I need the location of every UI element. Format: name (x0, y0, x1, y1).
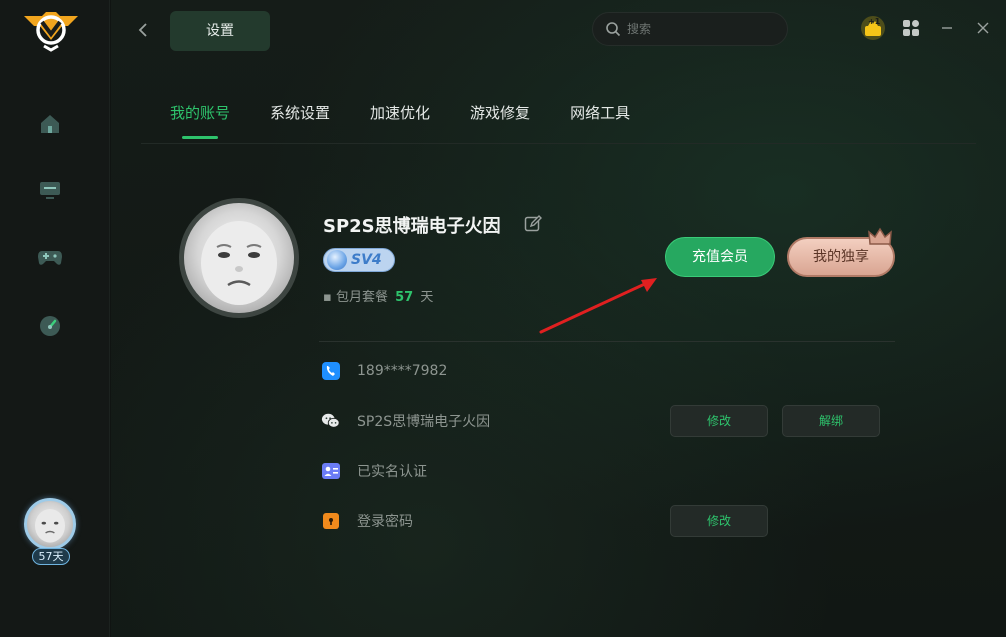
speedometer-icon[interactable] (36, 312, 64, 340)
lock-icon (321, 511, 341, 531)
vip-level-badge: SV4 (323, 248, 395, 272)
wechat-name: SP2S思博瑞电子火因 (357, 414, 491, 430)
tab-network-tools[interactable]: 网络工具 (570, 102, 630, 132)
phone-number: 189****7982 (357, 363, 448, 379)
unbind-wechat-button[interactable]: 解绑 (782, 405, 880, 437)
gamepad-icon[interactable] (36, 243, 64, 271)
wechat-icon (321, 411, 341, 431)
password-row: 登录密码 (321, 509, 413, 533)
apps-grid-icon[interactable] (899, 16, 923, 40)
profile-divider (319, 341, 895, 342)
page-title: 设置 (170, 11, 270, 51)
monitor-icon[interactable] (36, 176, 64, 204)
search-box[interactable] (592, 12, 788, 46)
chevron-left-icon (138, 23, 147, 37)
search-input[interactable] (627, 22, 777, 36)
plan-info: ▪ 包月套餐 57 天 (323, 286, 433, 305)
tab-game-repair[interactable]: 游戏修复 (470, 102, 530, 132)
back-button[interactable] (131, 18, 155, 46)
tabs-divider (141, 143, 976, 144)
diamond-icon (327, 250, 347, 270)
phone-icon (321, 361, 341, 381)
realname-row: 已实名认证 (321, 459, 427, 483)
sidebar: 57天 (0, 0, 110, 637)
plan-unit: 天 (420, 290, 434, 305)
username: SP2S思博瑞电子火因 (323, 216, 501, 237)
tab-my-account[interactable]: 我的账号 (170, 102, 230, 139)
daily-gift-icon[interactable]: +1 (859, 14, 887, 42)
plan-label: ▪ 包月套餐 (323, 290, 388, 305)
tab-system-settings[interactable]: 系统设置 (270, 102, 330, 132)
crown-icon (868, 227, 892, 245)
svg-text:+1: +1 (868, 17, 881, 26)
sidebar-avatar[interactable] (24, 498, 76, 550)
realname-status: 已实名认证 (357, 464, 427, 480)
settings-tabs: 我的账号 系统设置 加速优化 游戏修复 网络工具 (170, 102, 670, 142)
id-card-icon (321, 461, 341, 481)
annotation-arrow-icon (539, 278, 657, 334)
tab-acceleration[interactable]: 加速优化 (370, 102, 430, 132)
home-icon[interactable] (36, 110, 64, 138)
wechat-row: SP2S思博瑞电子火因 (321, 409, 490, 433)
modify-password-button[interactable]: 修改 (670, 505, 768, 537)
close-icon[interactable] (971, 16, 995, 40)
modify-wechat-button[interactable]: 修改 (670, 405, 768, 437)
settings-panel: 设置 +1 我的账号 系统设置 加速优化 游戏修复 网络工具 (111, 0, 1006, 637)
login-password-label: 登录密码 (357, 514, 413, 530)
plan-days: 57 (395, 290, 414, 305)
search-icon (606, 22, 621, 37)
phone-row: 189****7982 (321, 359, 447, 383)
minimize-icon[interactable] (935, 16, 959, 40)
edit-icon[interactable] (523, 214, 543, 234)
vip-level-text: SV4 (351, 252, 382, 268)
profile-avatar[interactable] (179, 198, 299, 318)
vip-days-badge: 57天 (32, 548, 70, 565)
app-logo[interactable] (22, 8, 80, 52)
recharge-vip-button[interactable]: 充值会员 (665, 237, 775, 277)
